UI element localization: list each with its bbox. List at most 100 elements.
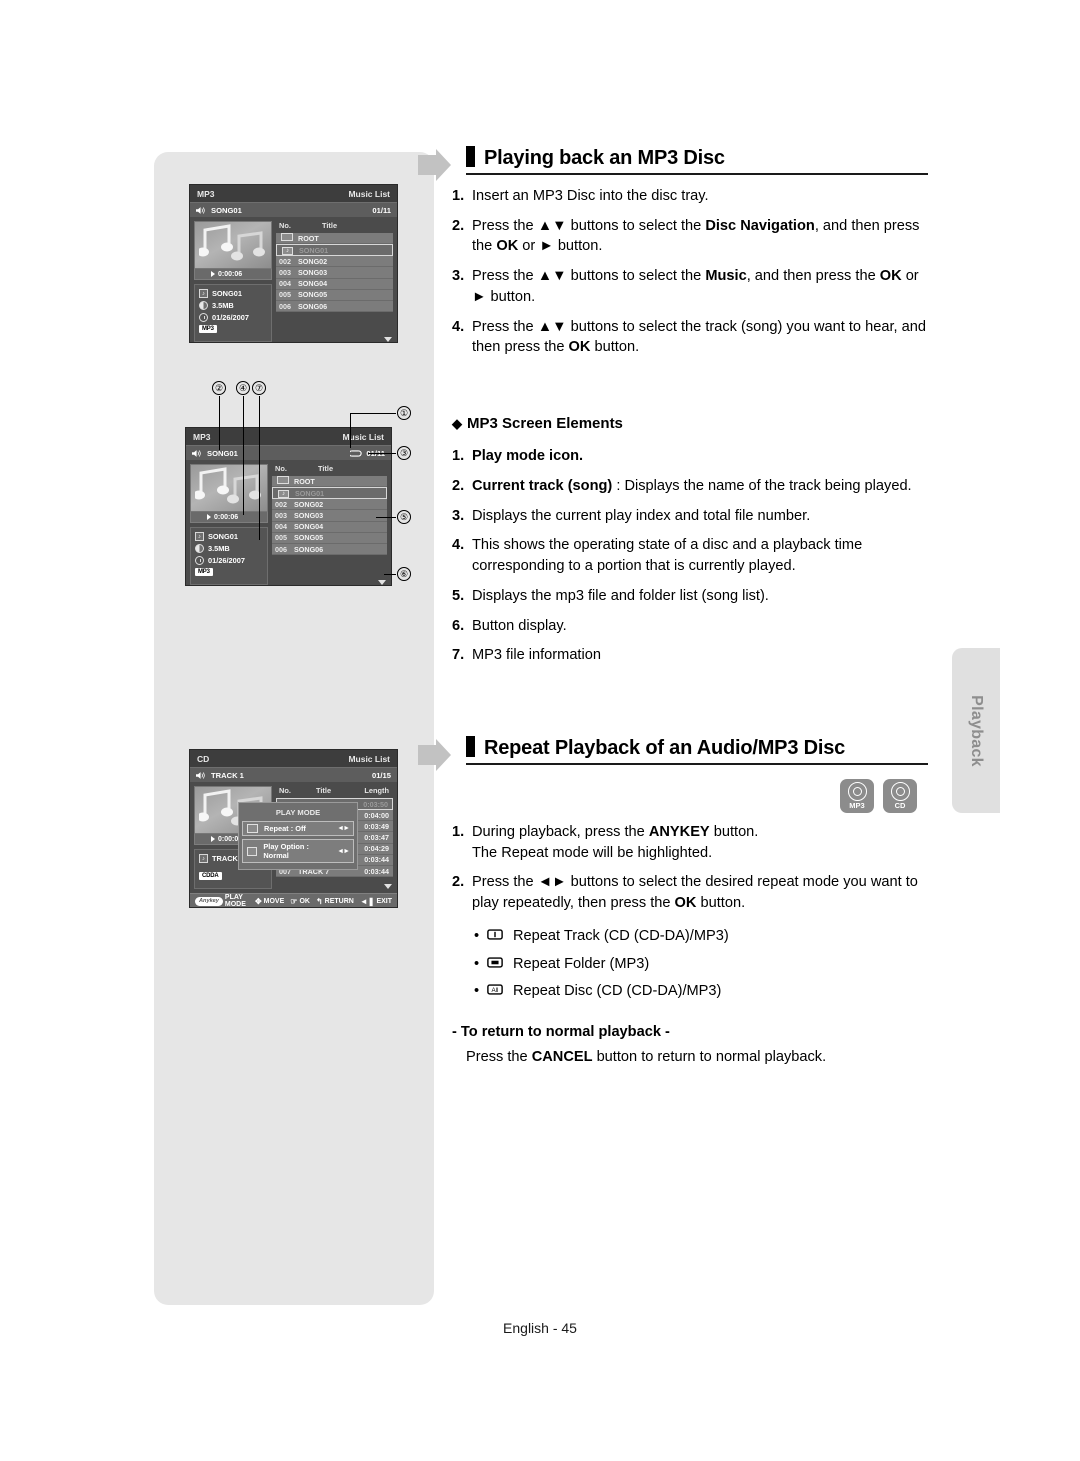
anykey-chip[interactable]: Anykey (195, 896, 223, 906)
playback-time-2: 0:00:06 (214, 513, 239, 521)
step-number: 1. (452, 448, 465, 465)
list-item[interactable]: ♪ SONG01 (276, 244, 393, 257)
col-no-3: No. (279, 786, 291, 795)
svg-text:All: All (492, 987, 499, 994)
row-length: 0:04:29 (364, 844, 389, 854)
list-item[interactable]: 004 SONG04 (272, 521, 387, 533)
step-number: 3. (452, 268, 465, 285)
format-chip-2: MP3 (195, 568, 213, 576)
step-text: MP3 file information (472, 647, 601, 664)
footer-button[interactable]: ✥ MOVE (255, 897, 284, 906)
manual-page: Playback Playing back an MP3 Disc 1. Inse… (0, 0, 1080, 1461)
row-length: 0:04:00 (364, 810, 389, 820)
step-text: Play mode icon. (472, 448, 584, 465)
step-item: 4. Press the ▲▼ buttons to select the tra… (452, 317, 930, 358)
section-heading-playing-mp3: Playing back an MP3 Disc (418, 146, 928, 181)
list-item[interactable]: 003 SONG03 (272, 510, 387, 522)
play-mode-label: Repeat : Off (264, 824, 306, 833)
scroll-down-icon-3[interactable] (384, 884, 392, 889)
list-item[interactable]: 004 SONG04 (276, 278, 393, 290)
row-no: 006 (279, 301, 291, 311)
col-title-2: Title (318, 464, 334, 473)
play-icon (211, 271, 215, 277)
repeat-folder-icon (487, 951, 513, 979)
list-item[interactable]: ROOT (276, 233, 393, 245)
music-notes-icon-2 (195, 467, 261, 504)
step-text: Insert an MP3 Disc into the disc tray. (472, 188, 709, 204)
side-tab-playback: Playback (952, 648, 1000, 813)
leader-line-3 (368, 453, 396, 455)
row-no: 005 (279, 290, 291, 300)
footer-glyph: ↰ (315, 896, 323, 906)
leader-line-5 (376, 517, 396, 519)
song-rows-2: ROOT ♪ SONG01 002 SONG02 003 SONG03 004 SONG04 00… (272, 476, 387, 556)
left-right-arrows-icon[interactable]: ◄► (337, 825, 350, 832)
row-no: 006 (275, 544, 287, 554)
list-item[interactable]: 002 SONG02 (272, 499, 387, 511)
list-item[interactable]: 006 SONG06 (276, 300, 393, 313)
list-item[interactable]: 003 SONG03 (276, 267, 393, 279)
mp3-screen-elements: ◆ MP3 Screen Elements 1. Play mode icon. 2.… (452, 413, 930, 675)
repeat-mode-item: • Repeat Folder (MP3) (474, 951, 930, 979)
footer-button[interactable]: Anykey PLAY MODE (195, 894, 249, 907)
music-notes-icon (199, 224, 265, 261)
scroll-down-icon[interactable] (384, 337, 392, 342)
osd-song-list: No. Title ROOT ♪ SONG01 002 SONG02 003 SONG03 0… (276, 221, 393, 342)
callout-1: ① (397, 406, 411, 420)
row-title: SONG06 (298, 301, 328, 311)
bullet-dot: • (474, 983, 480, 1000)
play-mode-label: Play Option : Normal (263, 842, 309, 860)
step-text: Press the ▲▼ buttons to select the Disc … (472, 217, 920, 255)
badge-mp3: MP3 (840, 779, 874, 813)
screen-elements-list: 1. Play mode icon. 2. Current track (song) … (452, 446, 930, 666)
leader-line-6 (384, 574, 396, 576)
row-length: 0:03:44 (364, 855, 389, 865)
step-item: 1. Insert an MP3 Disc into the disc tray. (452, 186, 930, 207)
step-text: Current track (song) : Displays the name… (472, 478, 912, 495)
play-mode-option[interactable]: Repeat : Off ◄► (242, 821, 354, 836)
step-item: 3. Press the ▲▼ buttons to select the Mus… (452, 266, 930, 307)
row-title: ROOT (294, 476, 315, 486)
osd-thumb-column: 0:00:06 ♪ SONG01 3.5MB 01/26/2007 MP3 (194, 221, 272, 342)
left-right-arrows-icon[interactable]: ◄► (337, 848, 350, 855)
clock-icon (199, 313, 208, 322)
disc-icon (890, 782, 910, 801)
repeat-mode-label: Repeat Disc (CD (CD-DA)/MP3) (513, 983, 722, 1000)
scroll-down-icon-2[interactable] (378, 580, 386, 585)
footer-button[interactable]: ↰ RETURN (316, 897, 354, 906)
footer-button[interactable]: ◄❚ EXIT (360, 897, 392, 906)
callout-3: ③ (397, 446, 411, 460)
clock-icon-2 (195, 556, 204, 565)
heading-rule-2 (466, 763, 928, 765)
step-number: 1. (452, 824, 465, 840)
list-item[interactable]: ♪ SONG01 (272, 487, 387, 500)
row-title: SONG02 (298, 256, 328, 266)
list-item[interactable]: 006 SONG06 (272, 543, 387, 556)
list-item[interactable]: 005 SONG05 (276, 289, 393, 301)
footer-button[interactable]: ☞ OK (290, 897, 310, 906)
page-footer: English - 45 (503, 1320, 577, 1336)
osd2-current-track: SONG01 (207, 448, 238, 458)
list-item[interactable]: 002 SONG02 (276, 256, 393, 268)
row-title: ROOT (298, 233, 319, 243)
play-icon-3 (211, 836, 215, 842)
info-date: 01/26/2007 (212, 313, 249, 322)
col-length-3: Length (364, 786, 389, 795)
list-item[interactable]: ROOT (272, 476, 387, 488)
step-number: 2. (452, 217, 465, 234)
col-no-2: No. (275, 464, 287, 473)
step-item: 1. Play mode icon. (452, 446, 930, 467)
play-mode-popup[interactable]: PLAY MODE Repeat : Off ◄► Play Option : No… (238, 802, 358, 870)
row-length: 0:03:47 (364, 832, 389, 842)
playback-time-bar: 0:00:06 (194, 269, 272, 280)
note-file-icon-2: ♪ (195, 532, 204, 541)
section1-steps: 1. Insert an MP3 Disc into the disc tray.… (452, 186, 930, 367)
footer-label: OK (299, 897, 310, 905)
step-item: 3. Displays the current play index and to… (452, 506, 930, 527)
step-number: 2. (452, 874, 465, 891)
play-mode-option[interactable]: Play Option : Normal ◄► (242, 839, 354, 863)
screen-elements-heading-text: MP3 Screen Elements (467, 415, 623, 432)
list-item[interactable]: 005 SONG05 (272, 532, 387, 544)
step-text: Displays the mp3 file and folder list (s… (472, 587, 769, 604)
osd-mp3-music-list: MP3 Music List SONG01 01/11 0:00:06 ♪ SO… (189, 184, 398, 343)
